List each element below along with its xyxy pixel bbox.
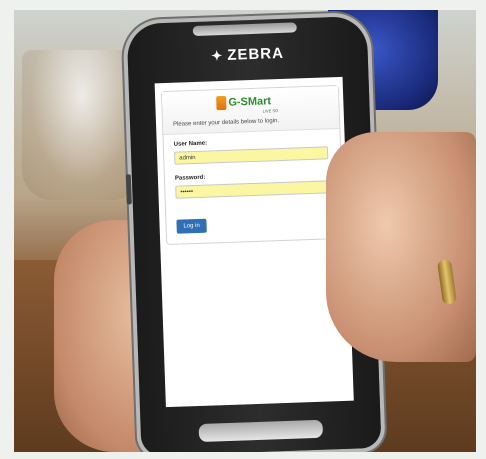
device-brand-text: ZEBRA xyxy=(226,44,285,64)
right-hand xyxy=(326,132,476,362)
login-button[interactable]: Log in xyxy=(176,218,207,234)
username-label: User Name: xyxy=(173,140,208,148)
password-label: Password: xyxy=(174,174,206,182)
side-button-left xyxy=(125,174,132,205)
app-subtitle: LIVE SO xyxy=(262,108,279,114)
glass xyxy=(22,50,142,200)
login-header: G-SMart LIVE SO Please enter your detail… xyxy=(161,85,340,136)
app-name: G-SMart xyxy=(228,95,272,109)
phone-screen: G-SMart LIVE SO Please enter your detail… xyxy=(154,76,354,408)
login-card: G-SMart LIVE SO Please enter your detail… xyxy=(160,84,345,246)
app-logo-icon xyxy=(216,95,227,111)
password-field[interactable]: •••••• xyxy=(175,180,330,199)
device-brand: ✦ ZEBRA xyxy=(127,42,367,67)
top-speaker xyxy=(192,22,297,37)
zebra-logo-icon: ✦ xyxy=(211,47,224,64)
bottom-speaker xyxy=(198,419,324,443)
username-field[interactable]: admin xyxy=(174,146,329,165)
photo-scene: ✦ ZEBRA G-SMart LIVE SO Please enter your… xyxy=(14,10,476,452)
login-instructions: Please enter your details below to login… xyxy=(172,118,280,128)
